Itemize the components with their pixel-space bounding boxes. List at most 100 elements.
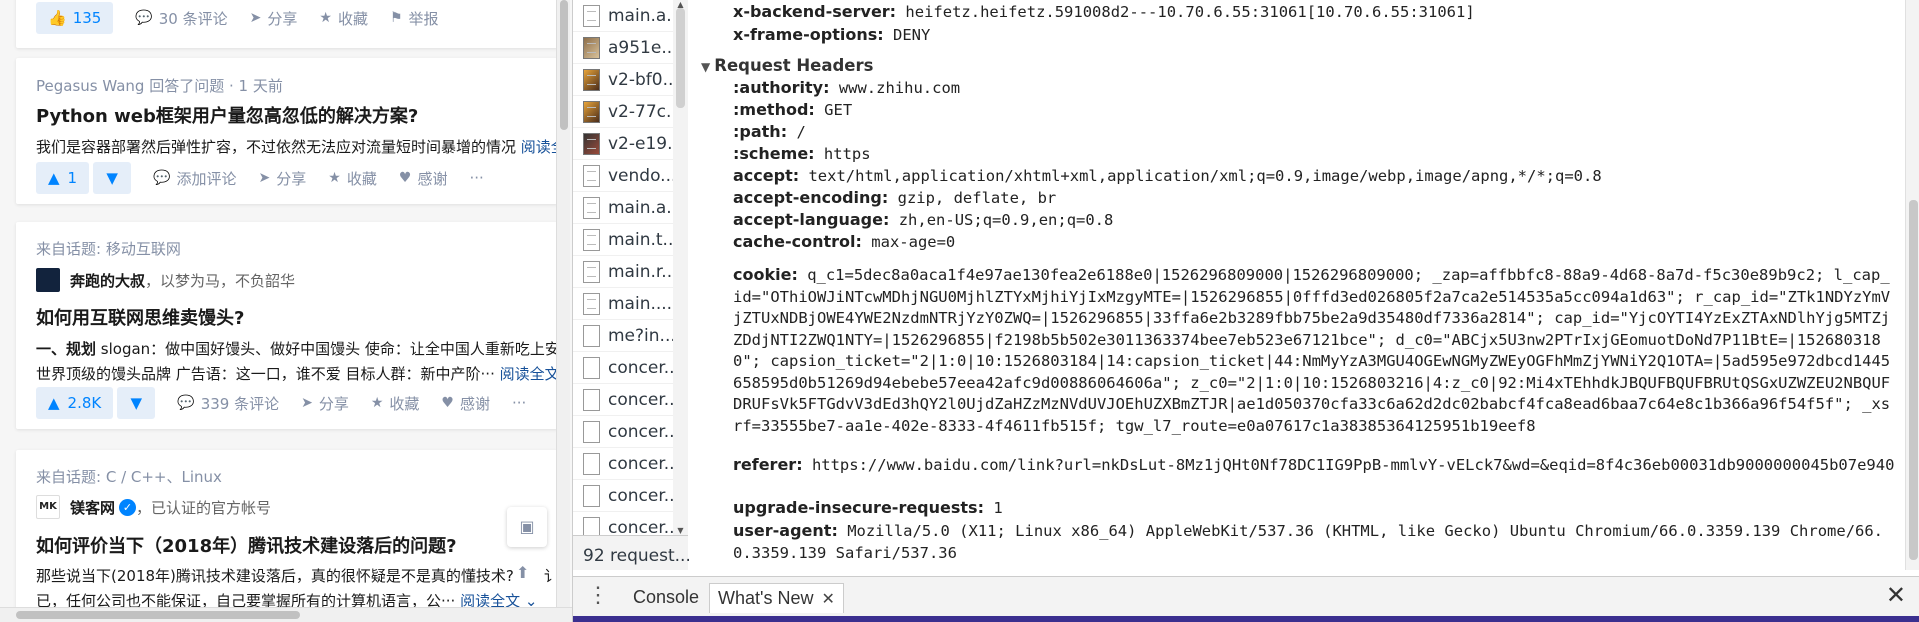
more-button[interactable]: ··· xyxy=(512,394,526,412)
author-name[interactable]: 奔跑的大叔 xyxy=(70,270,145,291)
read-more-link[interactable]: 阅读全文 xyxy=(500,365,558,383)
favorite-button[interactable]: ★ 收藏 xyxy=(328,168,377,189)
card-excerpt[interactable]: 那些说当下(2018年)腾讯技术建设落后，真的很怀疑是不是真的懂技术? xyxy=(36,565,516,586)
avatar[interactable] xyxy=(36,268,60,292)
header-row: x-backend-server: heifetz.heifetz.591008… xyxy=(733,2,1475,21)
comments-button[interactable]: 💬 339 条评论 xyxy=(177,393,279,414)
avatar[interactable]: MK xyxy=(36,495,60,519)
request-item[interactable]: v2-bf0... xyxy=(573,64,687,96)
devtools-drawer: ⋮ Console What's New ✕ ✕ xyxy=(573,576,1919,616)
thanks-button[interactable]: ♥ 感谢 xyxy=(399,168,448,189)
request-item[interactable]: main.r... xyxy=(573,256,687,288)
request-item[interactable]: concer... xyxy=(573,480,687,512)
vote-down-button[interactable]: ▼ xyxy=(93,162,132,194)
header-row: :method: GET xyxy=(733,100,853,119)
request-headers-toggle[interactable]: ▼ Request Headers xyxy=(701,56,873,75)
close-tab-icon[interactable]: ✕ xyxy=(821,591,834,608)
heart-icon: ♥ xyxy=(441,395,454,411)
vote-down-button[interactable]: ▼ xyxy=(117,387,156,419)
scroll-down-arrow-icon[interactable]: ▼ xyxy=(673,526,688,535)
tab-whats-new[interactable]: What's New ✕ xyxy=(709,583,844,613)
feed-card: 来自话题: 移动互联网 奔跑的大叔 ，以梦为马，不负韶华 如何用互联网思维卖馒头… xyxy=(16,222,558,429)
star-icon: ★ xyxy=(370,395,384,411)
card-title[interactable]: Python web框架用户量忽高忽低的解决方案? xyxy=(36,102,418,128)
card-excerpt-line2[interactable]: 世界顶级的馒头品牌 广告语：这一口，谁不爱 目标人群：新中产阶··· 阅读全文 xyxy=(36,363,558,384)
request-item[interactable]: v2-77c... xyxy=(573,96,687,128)
request-name: v2-77c... xyxy=(608,101,683,122)
feed-horizontal-scrollbar[interactable] xyxy=(0,607,572,622)
vote-up-button[interactable]: ▲ 1 xyxy=(36,162,90,194)
card-title[interactable]: 如何评价当下（2018年）腾讯技术建设落后的问题? xyxy=(36,532,457,558)
feedback-button[interactable]: ▣ xyxy=(507,507,547,547)
read-more-link[interactable]: 阅读全文 xyxy=(460,592,520,607)
network-request-list: main.a... a951e... v2-bf0... v2-77c... v2-e1… xyxy=(573,0,688,570)
favorite-button[interactable]: ★ 收藏 xyxy=(319,8,368,29)
request-name: concer... xyxy=(608,485,680,506)
tab-console[interactable]: Console xyxy=(625,583,707,613)
favorite-button[interactable]: ★ 收藏 xyxy=(371,393,420,414)
share-button[interactable]: ➤ 分享 xyxy=(259,168,307,189)
author-row: MK 镁客网 ✓ ，已认证的官方帐号 xyxy=(36,495,271,519)
card-excerpt[interactable]: 我们是容器部署然后弹性扩容，不过依然无法应对流量短时间暴增的情况 阅读全 xyxy=(36,136,558,157)
thanks-button[interactable]: ♥ 感谢 xyxy=(441,393,490,414)
scrollbar-thumb[interactable] xyxy=(1909,200,1918,560)
read-more-link[interactable]: 阅读全 xyxy=(521,138,558,156)
request-item[interactable]: concer... xyxy=(573,416,687,448)
more-button[interactable]: ··· xyxy=(469,169,483,187)
request-item[interactable]: me?in... xyxy=(573,320,687,352)
share-button[interactable]: ➤ 分享 xyxy=(301,393,349,414)
author-name[interactable]: 镁客网 xyxy=(70,497,115,518)
headers-scrollbar[interactable] xyxy=(1905,0,1919,570)
scrollbar-thumb[interactable] xyxy=(560,0,568,130)
flag-icon: ⚑ xyxy=(389,10,403,26)
header-row: upgrade-insecure-requests: 1 xyxy=(733,498,1003,517)
author-bio: ，已认证的官方帐号 xyxy=(136,498,272,517)
request-item[interactable]: v2-e19... xyxy=(573,128,687,160)
chevron-down-icon[interactable]: ⌄ xyxy=(525,592,538,607)
request-item[interactable]: main.a... xyxy=(573,0,687,32)
request-name: main.... xyxy=(608,293,673,314)
vote-up-button[interactable]: ▲ 2.8K xyxy=(36,387,114,419)
close-drawer-icon[interactable]: ✕ xyxy=(1886,581,1906,610)
scroll-top-icon[interactable]: ⬆ xyxy=(516,563,529,582)
share-icon: ➤ xyxy=(258,170,271,186)
header-row: :authority: www.zhihu.com xyxy=(733,78,961,97)
card-source: 来自话题: 移动互联网 xyxy=(36,240,181,258)
image-icon xyxy=(583,132,600,155)
request-name: me?in... xyxy=(608,325,676,346)
header-row: accept-encoding: gzip, deflate, br xyxy=(733,188,1057,207)
request-item[interactable]: main.t... xyxy=(573,224,687,256)
report-button[interactable]: ⚑ 举报 xyxy=(390,8,439,29)
share-button[interactable]: ➤ 分享 xyxy=(250,8,298,29)
request-item[interactable]: concer... xyxy=(573,448,687,480)
request-item[interactable]: a951e... xyxy=(573,32,687,64)
image-icon xyxy=(583,68,600,91)
headers-view: x-backend-server: heifetz.heifetz.591008… xyxy=(689,0,1905,570)
request-name: main.t... xyxy=(608,229,679,250)
header-row: :path: / xyxy=(733,122,806,141)
scrollbar-thumb[interactable] xyxy=(676,8,685,108)
header-row-cookie: cookie: q_c1=5dec8a0aca1f4e97ae130fea2e6… xyxy=(733,265,1891,435)
card-title[interactable]: 如何用互联网思维卖馒头? xyxy=(36,304,244,330)
card-excerpt[interactable]: 一、规划 slogan：做中国好馒头、做好中国馒头 使命：让全中国人重新吃上安心 xyxy=(36,338,558,359)
more-options-icon[interactable]: ⋮ xyxy=(587,583,609,607)
request-item[interactable]: concer... xyxy=(573,384,687,416)
feed-vertical-scrollbar[interactable] xyxy=(556,0,570,607)
request-item[interactable]: main.... xyxy=(573,288,687,320)
header-row: accept-language: zh,en-US;q=0.9,en;q=0.8 xyxy=(733,210,1114,229)
card-excerpt-line2[interactable]: 已，任何公司也不能保证，自己要掌握所有的计算机语言，公··· 阅读全文 ⌄ xyxy=(36,590,558,607)
request-item[interactable]: concer... xyxy=(573,352,687,384)
add-comment-button[interactable]: 💬 添加评论 xyxy=(153,168,236,189)
scrollbar-thumb[interactable] xyxy=(16,611,300,619)
request-item[interactable]: main.a... xyxy=(573,192,687,224)
triangle-down-icon: ▼ xyxy=(106,169,118,187)
request-list-scrollbar[interactable]: ▲ ▼ xyxy=(673,0,688,535)
document-icon xyxy=(583,196,600,219)
header-row-user-agent: user-agent: Mozilla/5.0 (X11; Linux x86_… xyxy=(733,521,1884,562)
document-icon xyxy=(583,324,600,347)
request-name: main.a... xyxy=(608,5,683,26)
document-icon xyxy=(583,260,600,283)
request-item[interactable]: vendo... xyxy=(573,160,687,192)
comments-button[interactable]: 💬 30 条评论 xyxy=(135,8,227,29)
vote-up-button[interactable]: 👍 135 xyxy=(36,2,114,34)
